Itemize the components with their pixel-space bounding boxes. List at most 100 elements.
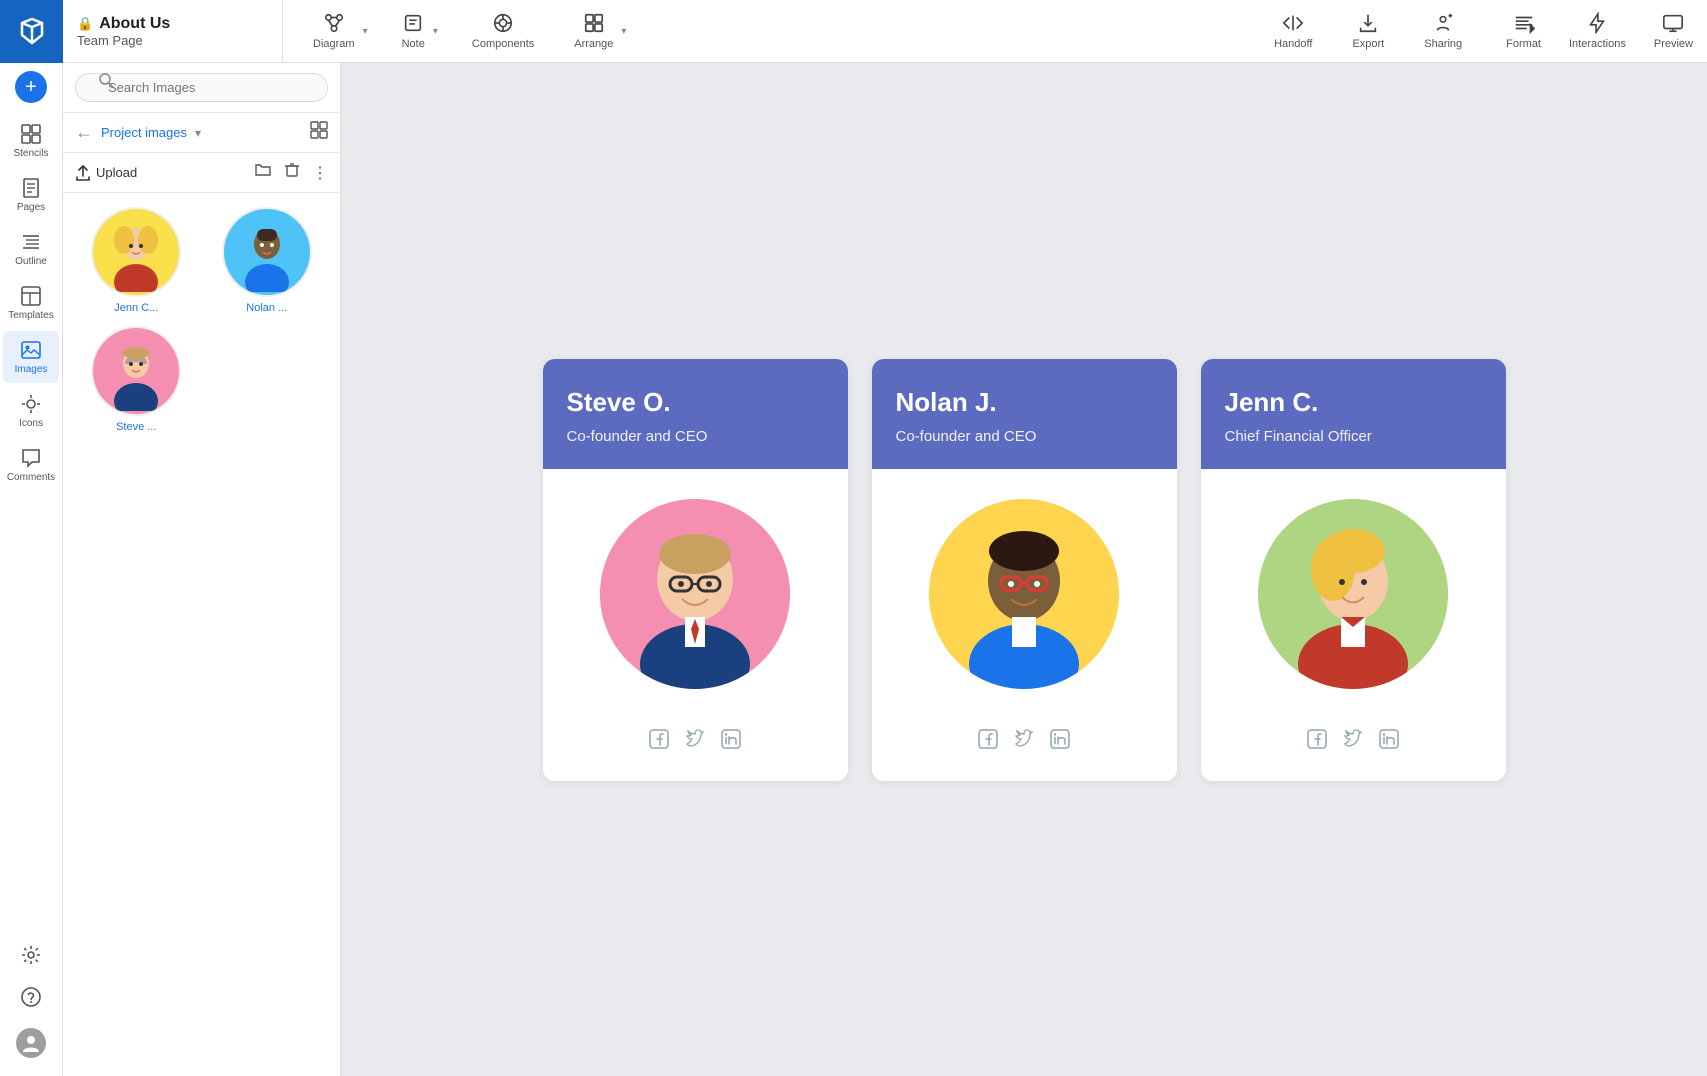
preview-tool[interactable]: Preview (1640, 0, 1707, 63)
lock-icon: 🔒 (77, 16, 93, 32)
team-card-nolan[interactable]: Nolan J. Co-founder and CEO (872, 359, 1177, 781)
image-jenn-label: Jenn C... (114, 302, 158, 314)
diagram-tool[interactable]: Diagram ▾ (293, 0, 382, 63)
arrange-label: Arrange (574, 38, 613, 50)
jenn-role: Chief Financial Officer (1225, 428, 1482, 445)
image-thumb-jenn[interactable]: Jenn C... (77, 207, 196, 314)
steve-role: Co-founder and CEO (567, 428, 824, 445)
diagram-chevron[interactable]: ▾ (363, 26, 368, 37)
sidebar-user[interactable] (3, 1020, 59, 1066)
steve-facebook-icon[interactable] (649, 729, 669, 755)
card-body-steve (543, 469, 848, 781)
grid-view-button[interactable] (310, 121, 328, 144)
panel-nav: ← Project images ▾ (63, 113, 340, 153)
team-card-jenn[interactable]: Jenn C. Chief Financial Officer (1201, 359, 1506, 781)
folder-action-icon[interactable] (254, 161, 272, 184)
add-button[interactable]: + (15, 71, 47, 103)
sidebar-outline-label: Outline (15, 256, 47, 267)
note-chevron[interactable]: ▾ (433, 26, 438, 37)
arrange-tool[interactable]: Arrange ▾ (554, 0, 640, 63)
toolbar-center: Diagram ▾ Note ▾ (283, 0, 1492, 63)
team-card-steve[interactable]: Steve O. Co-founder and CEO (543, 359, 848, 781)
image-thumb-nolan[interactable]: Nolan ... (208, 207, 327, 314)
search-bar (63, 63, 340, 113)
handoff-label: Handoff (1274, 38, 1312, 50)
back-button[interactable]: ← (75, 122, 93, 143)
sidebar-item-pages[interactable]: Pages (3, 169, 59, 221)
jenn-facebook-icon[interactable] (1307, 729, 1327, 755)
breadcrumb-chevron: ▾ (195, 126, 201, 140)
interactions-label: Interactions (1569, 38, 1626, 50)
jenn-twitter-icon[interactable] (1343, 729, 1363, 755)
sharing-label: Sharing (1424, 38, 1462, 50)
sidebar-help[interactable] (3, 978, 59, 1016)
sidebar-item-templates[interactable]: Templates (3, 277, 59, 329)
note-label: Note (402, 38, 425, 50)
components-label: Components (472, 38, 534, 50)
toolbar-right: Format Interactions Preview (1492, 0, 1707, 63)
sidebar-item-images[interactable]: Images (3, 331, 59, 383)
nolan-name: Nolan J. (896, 387, 1153, 418)
diagram-item[interactable]: Diagram (307, 12, 361, 50)
jenn-social (1307, 719, 1399, 761)
steve-avatar (600, 499, 790, 689)
sidebar: + Stencils Pages (0, 63, 63, 1076)
components-item[interactable]: Components (466, 12, 540, 50)
image-nolan-label: Nolan ... (246, 302, 287, 314)
arrange-chevron[interactable]: ▾ (621, 26, 626, 37)
card-body-nolan (872, 469, 1177, 781)
sidebar-comments-label: Comments (7, 472, 55, 483)
steve-social (649, 719, 741, 761)
interactions-tool[interactable]: Interactions (1555, 0, 1640, 63)
toolbar: 🔒 About Us Team Page Diagram ▾ (0, 0, 1707, 63)
nolan-linkedin-icon[interactable] (1050, 729, 1070, 755)
sidebar-pages-label: Pages (17, 202, 45, 213)
team-cards-row: Steve O. Co-founder and CEO (543, 359, 1506, 781)
format-label: Format (1506, 38, 1541, 50)
jenn-linkedin-icon[interactable] (1379, 729, 1399, 755)
page-name: About Us (99, 15, 170, 33)
handoff-item[interactable]: Handoff (1268, 12, 1318, 50)
sidebar-item-outline[interactable]: Outline (3, 223, 59, 275)
handoff-tool[interactable]: Handoff (1254, 0, 1332, 63)
breadcrumb[interactable]: Project images (101, 125, 187, 140)
steve-twitter-icon[interactable] (685, 729, 705, 755)
search-wrap (75, 73, 328, 102)
steve-linkedin-icon[interactable] (721, 729, 741, 755)
image-thumb-steve[interactable]: Steve ... (77, 326, 196, 433)
search-input[interactable] (75, 73, 328, 102)
logo[interactable] (0, 0, 63, 63)
note-tool[interactable]: Note ▾ (382, 0, 452, 63)
sidebar-item-stencils[interactable]: Stencils (3, 115, 59, 167)
jenn-avatar (1258, 499, 1448, 689)
canvas[interactable]: Steve O. Co-founder and CEO (341, 63, 1707, 1076)
delete-action-icon[interactable] (284, 162, 300, 183)
note-item[interactable]: Note (396, 12, 431, 50)
export-item[interactable]: Export (1346, 12, 1390, 50)
upload-label: Upload (96, 165, 137, 180)
sharing-tool[interactable]: Sharing (1404, 0, 1482, 63)
project-title[interactable]: 🔒 About Us Team Page (63, 0, 283, 63)
format-tool[interactable]: Format (1492, 0, 1555, 63)
arrange-item[interactable]: Arrange (568, 12, 619, 50)
images-panel: ← Project images ▾ Upload (63, 63, 341, 1076)
sidebar-item-icons[interactable]: Icons (3, 385, 59, 437)
components-tool[interactable]: Components (452, 0, 554, 63)
sidebar-settings[interactable] (3, 936, 59, 974)
more-action-icon[interactable]: ⋮ (312, 163, 328, 183)
nolan-social (978, 719, 1070, 761)
upload-button[interactable]: Upload (75, 165, 137, 181)
card-header-steve: Steve O. Co-founder and CEO (543, 359, 848, 469)
nolan-facebook-icon[interactable] (978, 729, 998, 755)
card-header-jenn: Jenn C. Chief Financial Officer (1201, 359, 1506, 469)
page-subtitle: Team Page (77, 33, 268, 48)
sidebar-item-comments[interactable]: Comments (3, 439, 59, 491)
nolan-twitter-icon[interactable] (1014, 729, 1034, 755)
sharing-item[interactable]: Sharing (1418, 12, 1468, 50)
export-tool[interactable]: Export (1332, 0, 1404, 63)
diagram-label: Diagram (313, 38, 355, 50)
sidebar-icons-label: Icons (19, 418, 43, 429)
export-label: Export (1352, 38, 1384, 50)
panel-actions: Upload ⋮ (63, 153, 340, 193)
sidebar-images-label: Images (15, 364, 48, 375)
